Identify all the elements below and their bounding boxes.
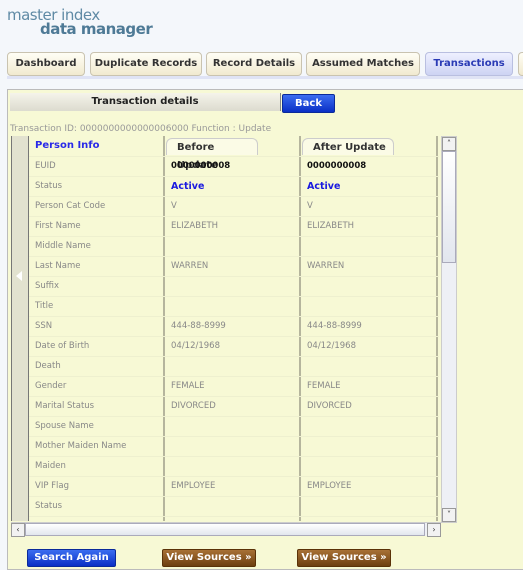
before-update-header: Before Update [166,138,258,171]
field-label: VIP Flag [35,481,70,491]
field-label: SSN [35,321,53,331]
view-sources-button-after[interactable]: View Sources » [297,549,391,567]
table-row: Middle Name [29,236,439,257]
table-row: Person Cat Code V V [29,196,439,217]
horizontal-scroll-thumb[interactable] [25,523,425,536]
section-title: Person Info [35,140,100,151]
field-label: Date of Birth [35,341,90,351]
panel-title: Transaction details [10,93,281,111]
table-row: EUID 0000000008 0000000008 [29,156,439,177]
before-value: DIVORCED [171,401,216,411]
after-value: ELIZABETH [307,221,355,231]
table-row: Suffix [29,276,439,297]
transaction-panel: Transaction details Back Transaction ID:… [7,89,523,570]
arrow-left-icon [16,271,22,281]
tab-transactions[interactable]: Transactions [425,52,513,76]
field-label: Onionship [35,517,78,521]
after-value: EMPLOYEE [307,481,352,491]
field-label: Spouse Name [35,421,94,431]
after-update-header: After Update [302,138,394,155]
after-value: DIVORCED [307,401,352,411]
after-value: 0000000008 [307,161,367,171]
back-button[interactable]: Back [282,94,335,113]
field-label: Last Name [35,261,81,271]
after-value: 04/12/1968 [307,341,356,351]
collapse-handle[interactable] [11,136,29,521]
transaction-info: Transaction ID: 0000000000000006000 Func… [10,124,272,134]
field-label: EUID [35,161,56,171]
vertical-scroll-thumb[interactable] [442,151,456,263]
field-label: Death [35,361,61,371]
table-row: Gender FEMALE FEMALE [29,376,439,397]
comparison-table: Person Info Before Update After Update E… [11,136,439,521]
tab-dashboard[interactable]: Dashboard [7,52,85,76]
scroll-right-icon[interactable]: › [427,523,441,537]
before-value: WARREN [171,261,209,271]
field-label: Person Cat Code [35,201,106,211]
before-value: 04/12/1968 [171,341,220,351]
search-again-button[interactable]: Search Again [27,549,116,567]
field-label: Status [35,181,63,191]
after-value: Active [307,181,341,192]
tab-record-details[interactable]: Record Details [206,52,302,76]
field-label: Suffix [35,281,60,291]
scroll-up-icon[interactable]: ˄ [442,137,456,151]
field-label: Gender [35,381,67,391]
vertical-scrollbar[interactable]: ˄ ˅ [441,136,457,523]
table-row: Onionship [29,516,439,521]
table-row: Status Active Active [29,176,439,197]
tab-more[interactable] [518,52,523,76]
before-value: 0000000008 [171,161,231,171]
table-row: Death [29,356,439,377]
field-label: Title [35,301,54,311]
after-value: 444-88-8999 [307,321,362,331]
tab-assumed-matches[interactable]: Assumed Matches [306,52,420,76]
before-value: ELIZABETH [171,221,219,231]
table-row: Spouse Name [29,416,439,437]
table-row: Title [29,296,439,317]
field-label: Maiden [35,461,66,471]
field-label: Marital Status [35,401,95,411]
main-tabs: Dashboard Duplicate Records Record Detai… [7,52,523,79]
scroll-down-icon[interactable]: ˅ [442,508,456,522]
table-row: Last Name WARREN WARREN [29,256,439,277]
after-value: V [307,201,313,211]
before-value: FEMALE [171,381,205,391]
table-row: Status [29,496,439,517]
field-label: Middle Name [35,241,91,251]
before-value: EMPLOYEE [171,481,216,491]
before-value: 444-88-8999 [171,321,226,331]
table-row: Marital Status DIVORCED DIVORCED [29,396,439,417]
field-label: Status [35,501,63,511]
after-value: WARREN [307,261,345,271]
table-row: Date of Birth 04/12/1968 04/12/1968 [29,336,439,357]
table-row: Maiden [29,456,439,477]
horizontal-scrollbar[interactable]: ‹ › [11,522,441,537]
tab-duplicate-records[interactable]: Duplicate Records [90,52,202,76]
table-row: VIP Flag EMPLOYEE EMPLOYEE [29,476,439,497]
table-row: Mother Maiden Name [29,436,439,457]
view-sources-button-before[interactable]: View Sources » [162,549,256,567]
after-value: FEMALE [307,381,341,391]
table-row: SSN 444-88-8999 444-88-8999 [29,316,439,337]
field-label: Mother Maiden Name [35,441,127,451]
before-value: V [171,201,177,211]
logo-line2: data manager [40,20,153,38]
before-value: Active [171,181,205,192]
scroll-left-icon[interactable]: ‹ [11,523,25,537]
field-label: First Name [35,221,81,231]
table-row: First Name ELIZABETH ELIZABETH [29,216,439,237]
